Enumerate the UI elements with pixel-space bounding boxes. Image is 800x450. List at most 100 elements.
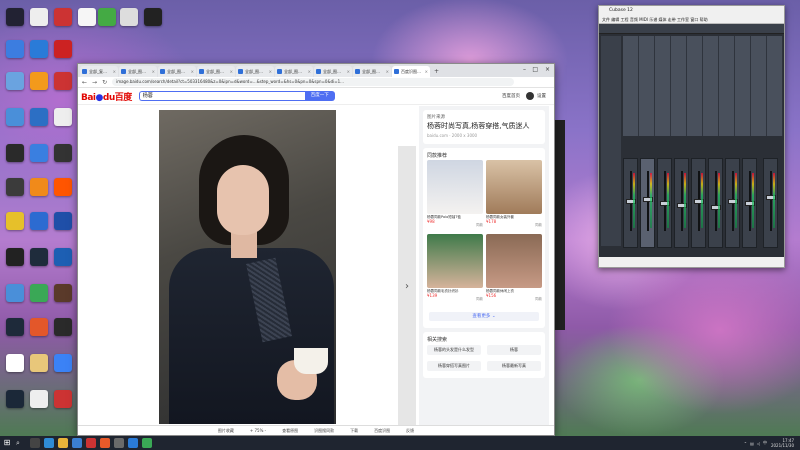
close-tab-icon[interactable]: × bbox=[347, 69, 350, 74]
desktop-icon[interactable] bbox=[54, 212, 72, 230]
related-search-chip[interactable]: 杨蓉最新写真 bbox=[487, 361, 541, 371]
back-icon[interactable]: ← bbox=[82, 79, 87, 86]
find-similar-button[interactable]: 识图搜同款 bbox=[314, 428, 334, 434]
product-more-link[interactable]: 同款 bbox=[476, 297, 483, 302]
desktop-icon[interactable] bbox=[54, 8, 72, 26]
fader-strip[interactable] bbox=[725, 158, 740, 248]
daw-channel-list[interactable] bbox=[601, 36, 621, 246]
desktop-icon[interactable] bbox=[6, 40, 24, 58]
minimize-icon[interactable]: – bbox=[523, 66, 526, 73]
desktop-icon[interactable] bbox=[54, 354, 72, 372]
search-button[interactable]: 百度一下 bbox=[304, 91, 335, 101]
fader-strip[interactable] bbox=[708, 158, 723, 248]
search-input[interactable]: 杨蓉 bbox=[138, 91, 305, 101]
desktop-icon[interactable] bbox=[30, 318, 48, 336]
desktop-icon[interactable] bbox=[6, 390, 24, 408]
source-title[interactable]: 杨蓉时尚写真,杨蓉穿搭,气质迷人 bbox=[427, 121, 541, 131]
product-more-link[interactable]: 同款 bbox=[535, 223, 542, 228]
browser-tab-active[interactable]: 百度识图… × bbox=[392, 66, 430, 77]
desktop-icon[interactable] bbox=[30, 8, 48, 26]
fader-strip[interactable] bbox=[657, 158, 672, 248]
desktop-icon[interactable] bbox=[6, 178, 24, 196]
app-icon[interactable] bbox=[100, 438, 110, 448]
fader-strip[interactable] bbox=[640, 158, 655, 248]
search-icon[interactable]: ⌕ bbox=[16, 438, 26, 448]
new-tab-icon[interactable]: + bbox=[434, 68, 439, 75]
desktop-icon[interactable] bbox=[54, 284, 72, 302]
close-tab-icon[interactable]: × bbox=[230, 69, 233, 74]
desktop-icon[interactable] bbox=[54, 108, 72, 126]
desktop-icon[interactable] bbox=[54, 72, 72, 90]
forward-icon[interactable]: → bbox=[92, 79, 97, 86]
app-icon[interactable] bbox=[86, 438, 96, 448]
desktop-icon[interactable] bbox=[6, 212, 24, 230]
product-item[interactable]: 杨蓉同款女装外套 ¥178 同款 bbox=[486, 160, 542, 228]
download-button[interactable]: 下载 bbox=[350, 428, 358, 434]
browser-tab[interactable]: 全部_图… × bbox=[353, 66, 391, 77]
home-link[interactable]: 百度首页 bbox=[502, 93, 520, 99]
close-tab-icon[interactable]: × bbox=[386, 69, 389, 74]
desktop-icon[interactable] bbox=[30, 108, 48, 126]
daw-menu-bar[interactable]: 文件 编辑 工程 音频 MIDI 乐谱 媒体 走带 工作室 窗口 帮助 bbox=[599, 15, 784, 24]
desktop-icon[interactable] bbox=[6, 144, 24, 162]
product-more-link[interactable]: 同款 bbox=[535, 297, 542, 302]
desktop-icon[interactable] bbox=[30, 72, 48, 90]
file-explorer-icon[interactable] bbox=[58, 438, 68, 448]
fader-strip[interactable] bbox=[763, 158, 778, 248]
desktop-icon[interactable] bbox=[30, 390, 48, 408]
next-image-button[interactable]: › bbox=[398, 146, 416, 426]
desktop-icon[interactable] bbox=[54, 248, 72, 266]
browser-tab[interactable]: 全部_图… × bbox=[197, 66, 235, 77]
maximize-icon[interactable]: □ bbox=[532, 66, 538, 73]
daw-routing-grid[interactable] bbox=[623, 36, 783, 136]
desktop-icon[interactable] bbox=[30, 40, 48, 58]
browser-tab[interactable]: 全部_图… × bbox=[119, 66, 157, 77]
volume-icon[interactable]: ◁ bbox=[757, 441, 760, 446]
related-search-chip[interactable]: 杨蓉穿搭写真图片 bbox=[427, 361, 481, 371]
desktop-icon[interactable] bbox=[6, 108, 24, 126]
reload-icon[interactable]: ↻ bbox=[102, 79, 107, 86]
product-item[interactable]: 杨蓉同款休闲上衣 ¥156 同款 bbox=[486, 234, 542, 302]
close-icon[interactable]: × bbox=[545, 66, 550, 73]
collect-button[interactable]: 图片收藏 bbox=[218, 428, 234, 434]
desktop-icon[interactable] bbox=[6, 318, 24, 336]
browser-tab[interactable]: 全部_图… × bbox=[314, 66, 352, 77]
url-field[interactable]: image.baidu.com/search/detail?ct=5033164… bbox=[112, 78, 514, 86]
feedback-button[interactable]: 反馈 bbox=[406, 428, 414, 434]
task-view-icon[interactable] bbox=[30, 438, 40, 448]
ime-icon[interactable]: 中 bbox=[763, 440, 767, 446]
baidu-logo[interactable]: Bai●du百度 bbox=[81, 90, 132, 103]
browser-taskbar-icon[interactable] bbox=[142, 438, 152, 448]
desktop-icon[interactable] bbox=[54, 40, 72, 58]
app-icon[interactable] bbox=[128, 438, 138, 448]
close-tab-icon[interactable]: × bbox=[269, 69, 272, 74]
browser-tab[interactable]: 全部_图… × bbox=[236, 66, 274, 77]
main-photo[interactable] bbox=[159, 110, 336, 424]
app-icon[interactable] bbox=[114, 438, 124, 448]
desktop-icon[interactable] bbox=[6, 284, 24, 302]
desktop-icon[interactable] bbox=[30, 284, 48, 302]
desktop-icon[interactable] bbox=[6, 248, 24, 266]
desktop-icon[interactable] bbox=[120, 8, 138, 26]
chevron-up-icon[interactable]: ⌃ bbox=[744, 441, 747, 446]
browser-tab[interactable]: 全部_图… × bbox=[275, 66, 313, 77]
close-tab-icon[interactable]: × bbox=[425, 69, 428, 74]
product-item[interactable]: 杨蓉同款毛衣针织衫 ¥139 同款 bbox=[427, 234, 483, 302]
desktop-icon[interactable] bbox=[54, 390, 72, 408]
desktop-icon[interactable] bbox=[30, 144, 48, 162]
desktop-icon[interactable] bbox=[30, 354, 48, 372]
close-tab-icon[interactable]: × bbox=[308, 69, 311, 74]
desktop-icon[interactable] bbox=[54, 178, 72, 196]
desktop-icon[interactable] bbox=[6, 72, 24, 90]
desktop-icon[interactable] bbox=[30, 248, 48, 266]
edge-icon[interactable] bbox=[44, 438, 54, 448]
browser-tab[interactable]: 全部_图… × bbox=[158, 66, 196, 77]
related-search-chip[interactable]: 杨蓉的头发是什么发型 bbox=[427, 345, 481, 355]
desktop-icon[interactable] bbox=[6, 8, 24, 26]
image-recognition-button[interactable]: 百度识图 bbox=[374, 428, 390, 434]
original-image-button[interactable]: 查看原图 bbox=[282, 428, 298, 434]
fader-strip[interactable] bbox=[742, 158, 757, 248]
fader-strip[interactable] bbox=[674, 158, 689, 248]
close-tab-icon[interactable]: × bbox=[113, 69, 116, 74]
desktop-icon[interactable] bbox=[78, 8, 96, 26]
